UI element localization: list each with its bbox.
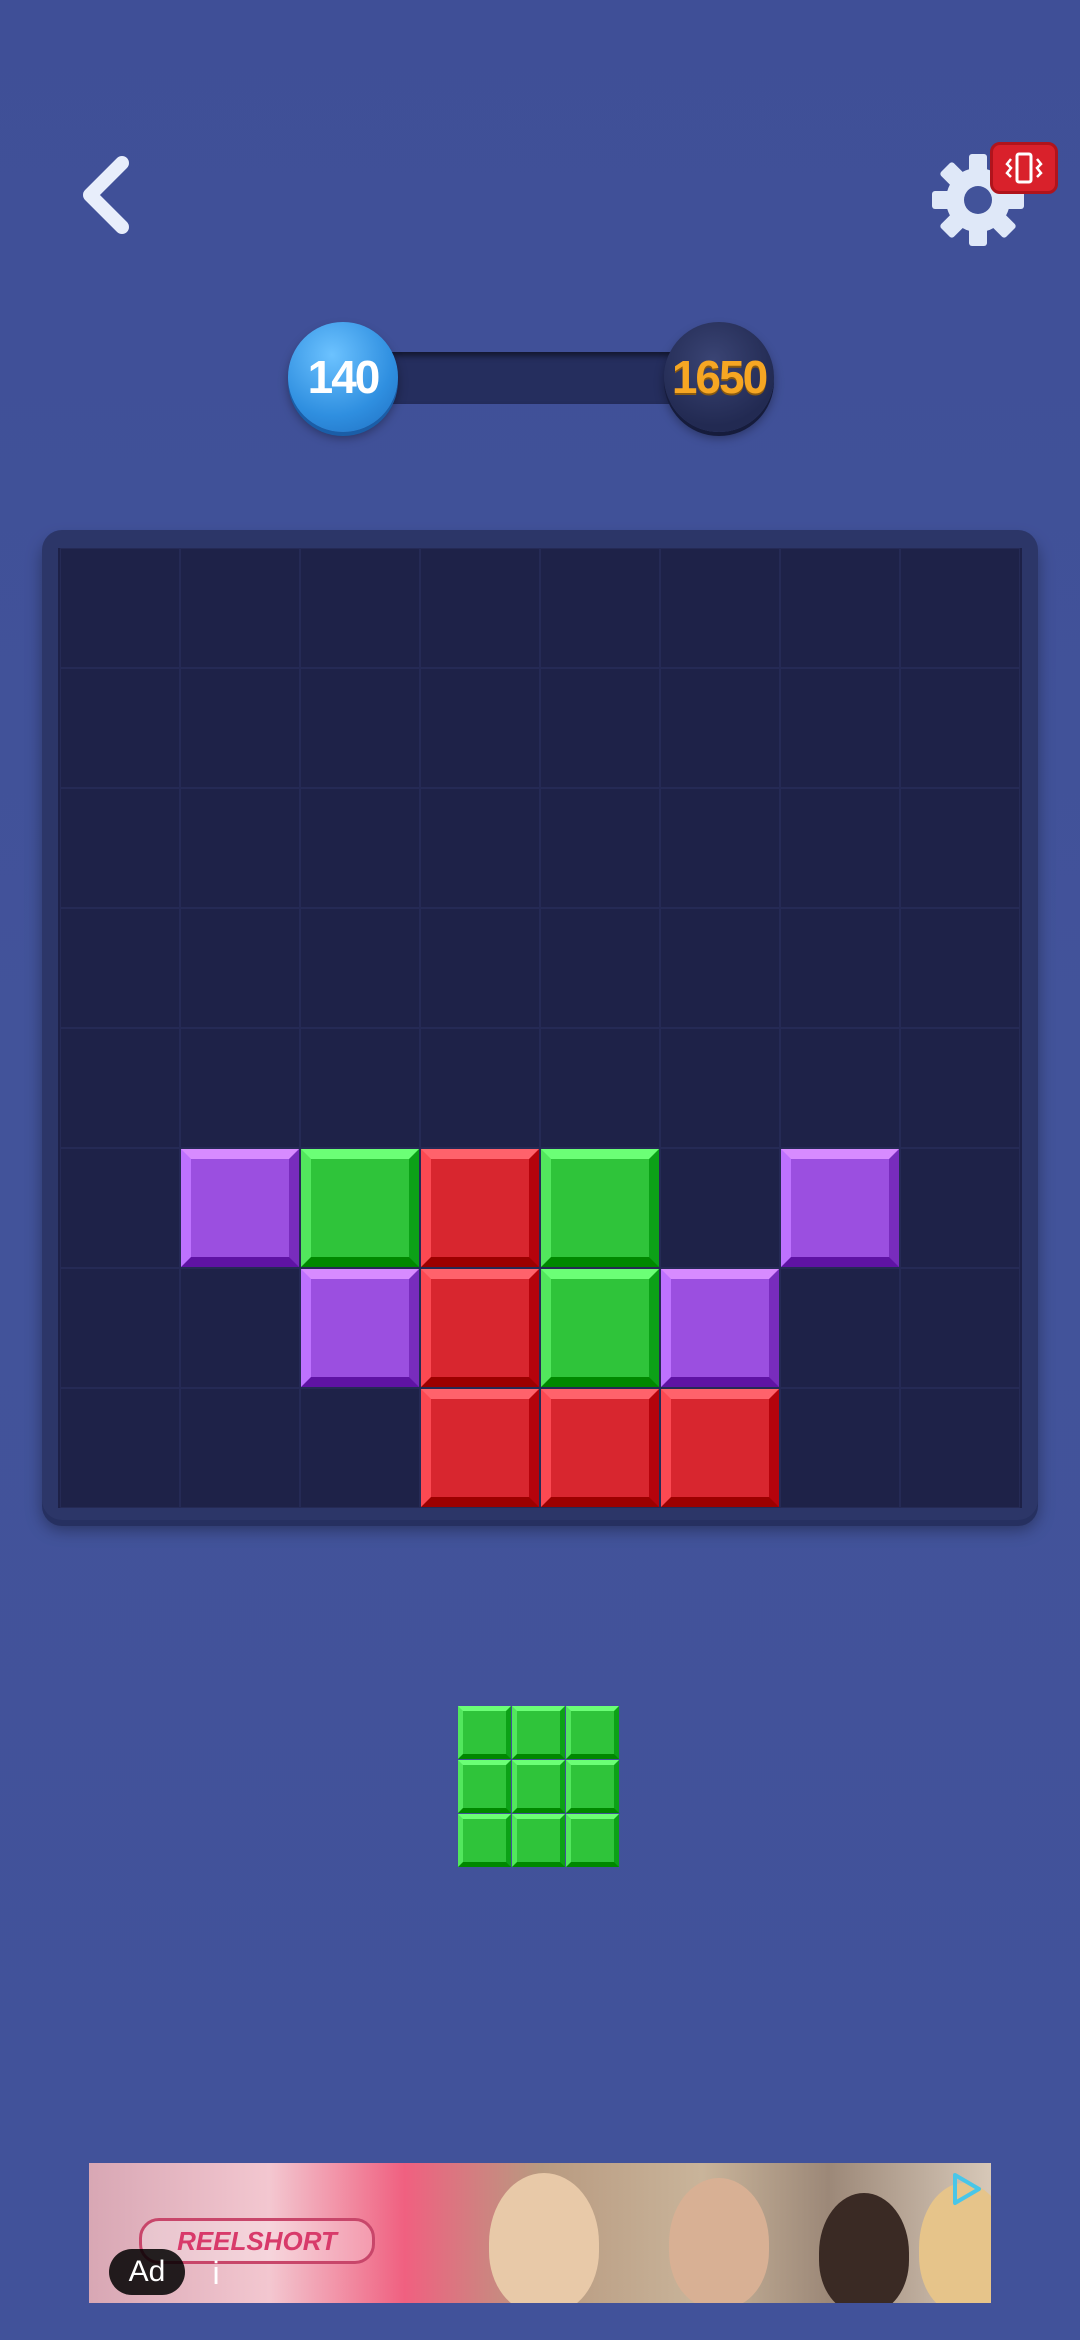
current-score-badge: 140	[288, 322, 398, 432]
board-cell[interactable]	[900, 1028, 1020, 1148]
board-cell[interactable]	[180, 788, 300, 908]
next-piece-block	[458, 1814, 511, 1867]
board-cell[interactable]	[300, 1028, 420, 1148]
next-piece-block	[566, 1814, 619, 1867]
board-cell[interactable]	[780, 1388, 900, 1508]
board-block	[421, 1389, 539, 1507]
board-cell[interactable]	[420, 908, 540, 1028]
board-cell[interactable]	[900, 1268, 1020, 1388]
board-cell[interactable]	[300, 548, 420, 668]
board-cell[interactable]	[180, 1028, 300, 1148]
next-piece-block	[512, 1814, 565, 1867]
board-cell[interactable]	[780, 1268, 900, 1388]
target-score-badge: 1650	[664, 322, 774, 432]
board-cell[interactable]	[540, 668, 660, 788]
board-cell[interactable]	[660, 788, 780, 908]
board-cell[interactable]	[900, 908, 1020, 1028]
board-cell[interactable]	[540, 908, 660, 1028]
ad-banner[interactable]: REELSHORT Ad i	[89, 2163, 991, 2303]
vibration-icon	[1005, 152, 1043, 184]
board-block	[661, 1389, 779, 1507]
next-piece-block	[566, 1760, 619, 1813]
board-cell[interactable]	[300, 1388, 420, 1508]
board-cell[interactable]	[660, 908, 780, 1028]
board-block	[181, 1149, 299, 1267]
board-cell[interactable]	[420, 548, 540, 668]
board-cell[interactable]	[660, 668, 780, 788]
board-cell[interactable]	[900, 668, 1020, 788]
ad-person-image	[819, 2193, 909, 2303]
board-cell[interactable]	[60, 1388, 180, 1508]
board-cell[interactable]	[60, 1268, 180, 1388]
next-piece-block	[566, 1706, 619, 1759]
board-cell[interactable]	[60, 1028, 180, 1148]
ad-info-button[interactable]: i	[201, 2253, 231, 2293]
board-cell[interactable]	[180, 1268, 300, 1388]
board-cell[interactable]	[300, 788, 420, 908]
game-board[interactable]	[58, 548, 1022, 1508]
board-block	[421, 1269, 539, 1387]
board-cell[interactable]	[780, 908, 900, 1028]
ad-person-image	[489, 2173, 599, 2303]
board-block	[541, 1149, 659, 1267]
board-cell[interactable]	[60, 1148, 180, 1268]
vibration-toggle[interactable]	[990, 142, 1058, 194]
board-cell[interactable]	[780, 548, 900, 668]
next-piece-block	[458, 1706, 511, 1759]
board-block	[781, 1149, 899, 1267]
board-cell[interactable]	[60, 788, 180, 908]
board-cell[interactable]	[660, 1028, 780, 1148]
board-cell[interactable]	[180, 668, 300, 788]
next-piece-block	[458, 1760, 511, 1813]
board-block	[301, 1149, 419, 1267]
board-cell[interactable]	[60, 908, 180, 1028]
board-cell[interactable]	[780, 1028, 900, 1148]
board-cell[interactable]	[660, 548, 780, 668]
board-cell[interactable]	[180, 908, 300, 1028]
back-button[interactable]	[66, 150, 146, 240]
board-block	[661, 1269, 779, 1387]
board-cell[interactable]	[300, 908, 420, 1028]
board-cell[interactable]	[900, 548, 1020, 668]
ad-person-image	[669, 2178, 769, 2303]
next-piece[interactable]	[458, 1706, 620, 1868]
board-cell[interactable]	[60, 668, 180, 788]
board-cell[interactable]	[420, 788, 540, 908]
ad-choices-icon[interactable]	[945, 2169, 985, 2209]
board-block	[421, 1149, 539, 1267]
board-cell[interactable]	[540, 1028, 660, 1148]
board-cell[interactable]	[900, 1148, 1020, 1268]
board-cell[interactable]	[60, 548, 180, 668]
board-block	[541, 1269, 659, 1387]
board-cell[interactable]	[660, 1148, 780, 1268]
board-block	[541, 1389, 659, 1507]
board-cell[interactable]	[180, 548, 300, 668]
score-progress: 140 1650	[288, 322, 774, 434]
board-cell[interactable]	[300, 668, 420, 788]
board-cell[interactable]	[540, 548, 660, 668]
ad-badge: Ad	[109, 2249, 185, 2295]
board-cell[interactable]	[420, 1028, 540, 1148]
chevron-left-icon	[83, 156, 129, 234]
board-cell[interactable]	[900, 1388, 1020, 1508]
next-piece-block	[512, 1706, 565, 1759]
board-cell[interactable]	[780, 788, 900, 908]
board-cell[interactable]	[420, 668, 540, 788]
next-piece-block	[512, 1760, 565, 1813]
board-cell[interactable]	[180, 1388, 300, 1508]
board-block	[301, 1269, 419, 1387]
board-cell[interactable]	[540, 788, 660, 908]
board-cell[interactable]	[780, 668, 900, 788]
board-cell[interactable]	[900, 788, 1020, 908]
